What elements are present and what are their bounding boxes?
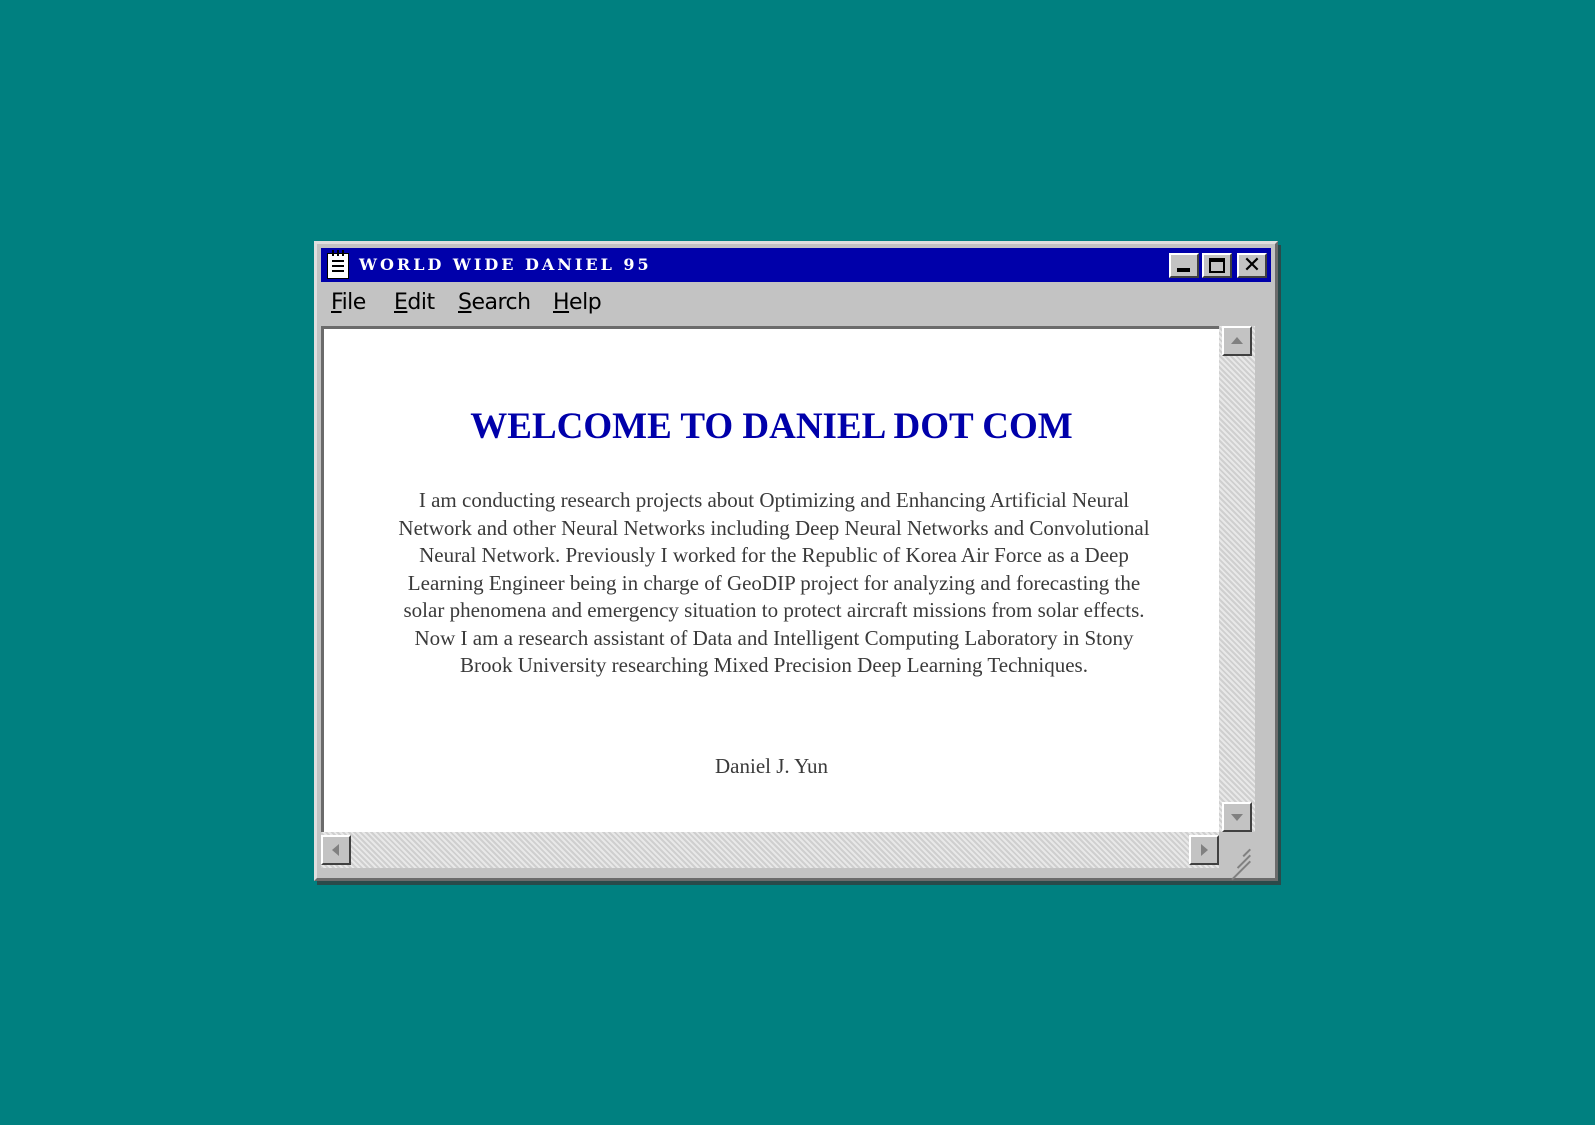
close-icon: ✕ — [1242, 253, 1262, 278]
menu-help[interactable]: Help — [553, 290, 602, 315]
title-bar[interactable]: WORLD WIDE DANIEL 95 ✕ — [321, 248, 1271, 282]
menu-file[interactable]: File — [331, 290, 366, 315]
close-button[interactable]: ✕ — [1237, 253, 1267, 278]
minimize-icon — [1177, 268, 1190, 272]
maximize-button[interactable] — [1202, 253, 1232, 278]
minimize-button[interactable] — [1169, 253, 1199, 278]
window-title: WORLD WIDE DANIEL 95 — [359, 255, 652, 274]
resize-grip-icon[interactable] — [1219, 832, 1255, 881]
menu-bar: File Edit Search Help — [321, 284, 1271, 322]
arrow-up-icon — [1231, 337, 1243, 344]
app-window: WORLD WIDE DANIEL 95 ✕ File Edit Search … — [314, 241, 1278, 881]
signature: Daniel J. Yun — [715, 754, 828, 778]
scroll-right-button[interactable] — [1189, 835, 1219, 865]
notepad-icon[interactable] — [327, 250, 349, 279]
desktop: WORLD WIDE DANIEL 95 ✕ File Edit Search … — [0, 0, 1595, 1125]
arrow-right-icon — [1201, 844, 1208, 856]
intro-paragraph: I am conducting research projects about … — [398, 488, 1150, 677]
arrow-down-icon — [1231, 814, 1243, 821]
scroll-down-button[interactable] — [1222, 802, 1252, 832]
maximize-icon — [1209, 258, 1225, 273]
page-heading: WELCOME TO DANIEL DOT COM — [470, 406, 1073, 447]
arrow-left-icon — [332, 844, 339, 856]
document-area[interactable]: WELCOME TO DANIEL DOT COM I am conductin… — [321, 326, 1219, 832]
menu-edit[interactable]: Edit — [394, 290, 435, 315]
horizontal-scrollbar[interactable] — [321, 832, 1219, 868]
vertical-scrollbar[interactable] — [1219, 326, 1255, 832]
menu-search[interactable]: Search — [458, 290, 531, 315]
scroll-up-button[interactable] — [1222, 326, 1252, 356]
scroll-left-button[interactable] — [321, 835, 351, 865]
